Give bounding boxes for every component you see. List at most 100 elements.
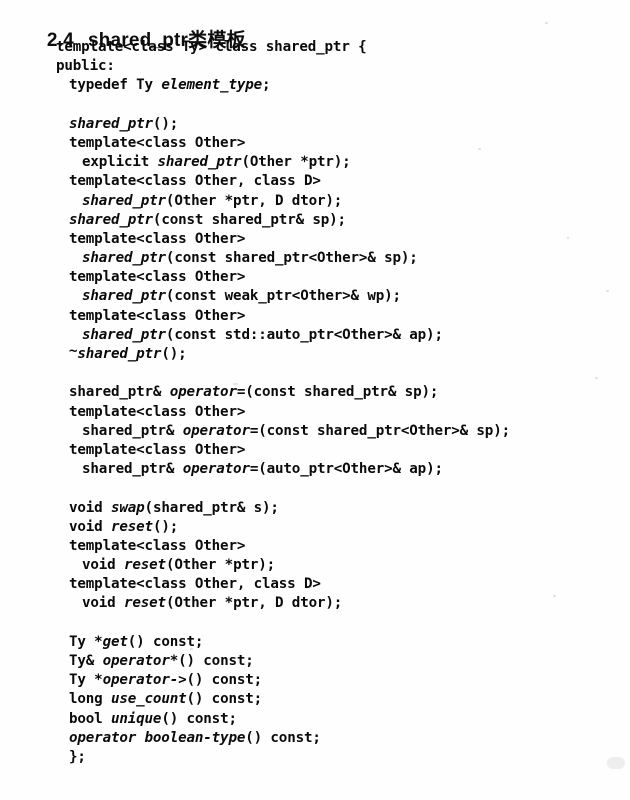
code-line: template<class Ty> class shared_ptr {	[56, 38, 630, 57]
code-text: ();	[161, 346, 187, 362]
code-identifier: reset	[123, 595, 166, 612]
code-text: template<class Other>	[69, 403, 246, 420]
code-identifier: reset	[123, 557, 166, 574]
code-identifier: operator=	[169, 384, 246, 401]
code-identifier: operator boolean-type	[69, 729, 246, 746]
code-identifier: operator->	[102, 672, 187, 689]
code-line: template<class Other>	[56, 230, 630, 249]
code-text: shared_ptr&	[82, 422, 183, 439]
code-identifier: shared_ptr	[157, 154, 242, 171]
code-line: shared_ptr(const shared_ptr& sp);	[56, 211, 630, 230]
scan-speck	[606, 290, 609, 292]
scan-speck	[233, 383, 238, 385]
code-text: typedef Ty	[69, 77, 162, 94]
code-identifier: get	[102, 633, 128, 650]
code-line: Ty *operator->() const;	[56, 671, 630, 690]
scan-speck	[553, 595, 556, 597]
code-text: (const std::auto_ptr<Other>& ap);	[165, 326, 443, 343]
code-line: shared_ptr& operator=(auto_ptr<Other>& a…	[56, 460, 630, 479]
code-line: template<class Other>	[56, 307, 630, 326]
code-text: template<class Other, class D>	[69, 576, 321, 593]
code-text: () const;	[186, 691, 263, 708]
code-text: ();	[152, 115, 179, 132]
code-line: shared_ptr& operator=(const shared_ptr& …	[56, 383, 630, 402]
code-line: shared_ptr(Other *ptr, D dtor);	[56, 192, 630, 211]
code-line: template<class Other>	[56, 403, 630, 422]
code-text: () const;	[178, 653, 254, 669]
code-identifier: swap	[110, 499, 145, 516]
code-identifier: operator=	[182, 422, 259, 439]
scan-speck	[595, 377, 598, 379]
scan-speck	[478, 148, 481, 150]
code-line: Ty *get() const;	[56, 633, 630, 652]
code-text: template<class Other>	[69, 269, 246, 286]
code-text: explicit	[82, 154, 158, 171]
code-line: void reset();	[56, 518, 630, 537]
code-identifier: reset	[110, 518, 153, 535]
code-text: (auto_ptr<Other>& ap);	[258, 461, 443, 478]
scan-speck	[567, 237, 569, 239]
code-text: (const shared_ptr& sp);	[245, 384, 439, 401]
code-text: (const shared_ptr& sp);	[152, 211, 346, 228]
code-text: template<class Other, class D>	[69, 173, 321, 190]
code-text: void	[69, 518, 111, 535]
code-identifier: operator*	[102, 653, 179, 669]
code-text: long	[69, 691, 111, 708]
code-line: };	[56, 748, 630, 767]
code-line: template<class Other, class D>	[56, 172, 630, 191]
code-text: void	[82, 595, 124, 612]
code-line: template<class Other>	[56, 268, 630, 287]
code-identifier: use_count	[110, 691, 187, 708]
code-line: shared_ptr& operator=(const shared_ptr<O…	[56, 422, 630, 441]
code-text: };	[69, 748, 86, 765]
code-text: public:	[56, 58, 115, 75]
code-line: template<class Other>	[56, 537, 630, 556]
code-identifier: shared_ptr	[82, 288, 166, 305]
code-text: (Other *ptr);	[241, 154, 351, 171]
code-text: void	[82, 557, 124, 574]
code-text: template<class Other>	[69, 441, 246, 458]
code-identifier: shared_ptr	[77, 346, 162, 362]
code-text: bool	[69, 710, 111, 727]
code-text: Ty *	[69, 633, 103, 650]
code-text: template<class Other>	[69, 134, 246, 151]
code-line: template<class Other>	[56, 441, 630, 460]
code-text: (const weak_ptr<Other>& wp);	[165, 288, 401, 305]
code-line: shared_ptr();	[56, 115, 630, 134]
scan-speck	[545, 22, 548, 24]
code-text: shared_ptr&	[69, 384, 170, 401]
code-line: template<class Other, class D>	[56, 575, 630, 594]
code-text: shared_ptr&	[82, 461, 183, 478]
code-text: (const shared_ptr<Other>& sp);	[165, 250, 418, 267]
code-line: bool unique() const;	[56, 710, 630, 729]
code-text: ;	[262, 77, 271, 94]
destructor-tilde: ~	[69, 343, 78, 359]
code-identifier: shared_ptr	[69, 211, 153, 228]
code-line: void reset(Other *ptr);	[56, 556, 630, 575]
code-text: (Other *ptr, D dtor);	[165, 192, 343, 209]
code-line: explicit shared_ptr(Other *ptr);	[56, 153, 630, 172]
code-text: (Other *ptr);	[165, 557, 276, 574]
code-text: () const;	[161, 710, 237, 727]
code-line: template<class Other>	[56, 134, 630, 153]
code-text: (Other *ptr, D dtor);	[165, 595, 343, 612]
code-line: shared_ptr(const weak_ptr<Other>& wp);	[56, 287, 630, 306]
code-text: (const shared_ptr<Other>& sp);	[258, 422, 510, 439]
code-identifier: shared_ptr	[69, 115, 153, 132]
code-text: () const;	[186, 672, 263, 689]
code-text: template<class Ty> class shared_ptr {	[56, 39, 367, 55]
code-line: typedef Ty element_type;	[56, 76, 630, 95]
code-line: void swap(shared_ptr& s);	[56, 499, 630, 518]
code-identifier: operator=	[182, 461, 259, 478]
code-text: template<class Other>	[69, 230, 246, 247]
code-text: Ty *	[69, 672, 103, 689]
code-line: void reset(Other *ptr, D dtor);	[56, 594, 630, 613]
code-line: Ty& operator*() const;	[56, 652, 630, 671]
code-text: (shared_ptr& s);	[144, 499, 279, 516]
code-line: shared_ptr(const shared_ptr<Other>& sp);	[56, 249, 630, 268]
code-line: operator boolean-type() const;	[56, 729, 630, 748]
code-identifier: shared_ptr	[82, 250, 166, 267]
code-text: () const;	[245, 729, 321, 746]
